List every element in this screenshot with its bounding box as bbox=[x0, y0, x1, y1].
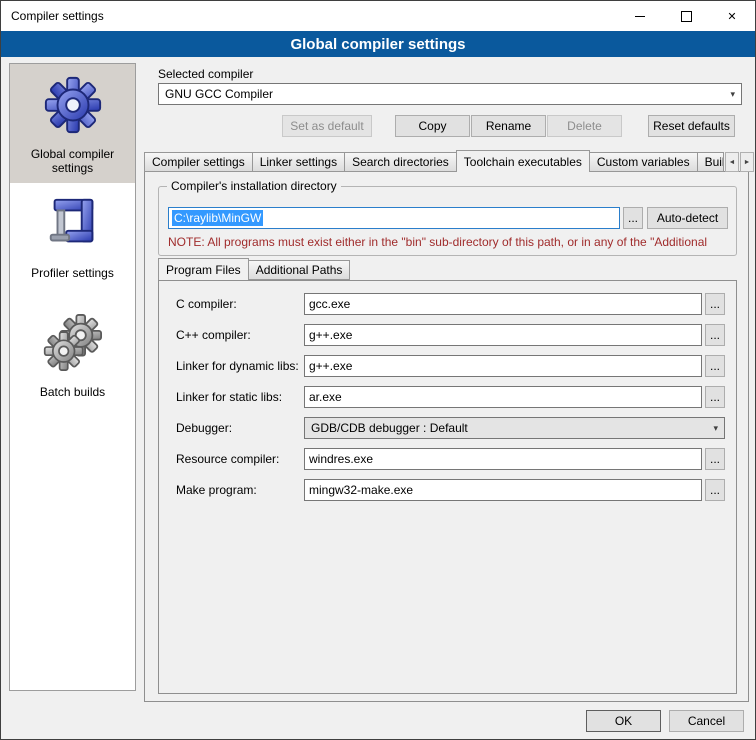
close-icon: ✕ bbox=[727, 10, 736, 23]
window-title: Compiler settings bbox=[1, 9, 104, 23]
resource-compiler-browse-button[interactable]: ... bbox=[705, 448, 725, 470]
make-program-input[interactable] bbox=[304, 479, 702, 501]
static-linker-input[interactable] bbox=[304, 386, 702, 408]
reset-defaults-button[interactable]: Reset defaults bbox=[648, 115, 735, 137]
make-program-label: Make program: bbox=[176, 479, 257, 501]
installation-directory-input[interactable]: C:\raylib\MinGW bbox=[168, 207, 620, 229]
tab-compiler-settings[interactable]: Compiler settings bbox=[144, 152, 253, 172]
minimize-icon bbox=[635, 16, 645, 17]
close-button[interactable]: ✕ bbox=[709, 1, 755, 31]
titlebar: Compiler settings ✕ bbox=[1, 1, 755, 31]
set-as-default-button[interactable]: Set as default bbox=[282, 115, 372, 137]
resource-compiler-input[interactable] bbox=[304, 448, 702, 470]
installation-directory-group: Compiler's installation directory C:\ray… bbox=[158, 186, 737, 256]
c-compiler-input[interactable] bbox=[304, 293, 702, 315]
arrow-left-icon: ◄ bbox=[729, 159, 736, 166]
static-linker-label: Linker for static libs: bbox=[176, 386, 282, 408]
dialog-header-title: Global compiler settings bbox=[290, 36, 465, 53]
resource-compiler-label: Resource compiler: bbox=[176, 448, 279, 470]
cpp-compiler-label: C++ compiler: bbox=[176, 324, 251, 346]
selected-compiler-dropdown[interactable]: GNU GCC Compiler ▾ bbox=[158, 83, 742, 105]
minimize-button[interactable] bbox=[617, 1, 663, 31]
maximize-icon bbox=[681, 11, 692, 22]
gray-gears-icon bbox=[41, 311, 105, 375]
dialog-header: Global compiler settings bbox=[1, 31, 755, 57]
delete-button[interactable]: Delete bbox=[547, 115, 622, 137]
tab-scroll-left-button[interactable]: ◄ bbox=[725, 152, 739, 172]
ok-button[interactable]: OK bbox=[586, 710, 661, 732]
dynamic-linker-label: Linker for dynamic libs: bbox=[176, 355, 299, 377]
sidebar-item-global-compiler-settings[interactable]: Global compiler settings bbox=[10, 64, 135, 183]
tab-toolchain-executables[interactable]: Toolchain executables bbox=[456, 150, 590, 172]
cpp-compiler-browse-button[interactable]: ... bbox=[705, 324, 725, 346]
static-linker-browse-button[interactable]: ... bbox=[705, 386, 725, 408]
copy-button[interactable]: Copy bbox=[395, 115, 470, 137]
dynamic-linker-row: Linker for dynamic libs: ... bbox=[159, 355, 736, 377]
rename-button[interactable]: Rename bbox=[471, 115, 546, 137]
compiler-actions: Set as default Copy Rename Delete Reset … bbox=[158, 115, 742, 137]
installation-directory-selected-text: C:\raylib\MinGW bbox=[172, 210, 263, 226]
toolchain-executables-panel: Compiler's installation directory C:\ray… bbox=[144, 171, 749, 702]
c-compiler-label: C compiler: bbox=[176, 293, 237, 315]
make-program-row: Make program: ... bbox=[159, 479, 736, 501]
settings-tab-bar: Compiler settings Linker settings Search… bbox=[144, 150, 723, 172]
static-linker-row: Linker for static libs: ... bbox=[159, 386, 736, 408]
clamp-icon bbox=[41, 192, 105, 256]
maximize-button[interactable] bbox=[663, 1, 709, 31]
chevron-down-icon: ▾ bbox=[713, 423, 718, 434]
subtab-additional-paths[interactable]: Additional Paths bbox=[248, 260, 351, 280]
debugger-value: GDB/CDB debugger : Default bbox=[311, 421, 713, 435]
debugger-dropdown[interactable]: GDB/CDB debugger : Default ▾ bbox=[304, 417, 725, 439]
compiler-settings-dialog: Compiler settings ✕ Global compiler sett… bbox=[0, 0, 756, 740]
dynamic-linker-input[interactable] bbox=[304, 355, 702, 377]
resource-compiler-row: Resource compiler: ... bbox=[159, 448, 736, 470]
sidebar-item-label: Batch builds bbox=[36, 385, 109, 399]
installation-directory-group-label: Compiler's installation directory bbox=[167, 179, 341, 193]
sidebar-item-batch-builds[interactable]: Batch builds bbox=[10, 302, 135, 421]
tab-linker-settings[interactable]: Linker settings bbox=[252, 152, 345, 172]
debugger-row: Debugger: GDB/CDB debugger : Default ▾ bbox=[159, 417, 736, 439]
tab-build-options[interactable]: Build options bbox=[697, 152, 724, 172]
selected-compiler-label: Selected compiler bbox=[158, 67, 253, 81]
c-compiler-row: C compiler: ... bbox=[159, 293, 736, 315]
cancel-button[interactable]: Cancel bbox=[669, 710, 744, 732]
cpp-compiler-input[interactable] bbox=[304, 324, 702, 346]
tab-scroll-buttons: ◄ ► bbox=[724, 152, 754, 172]
program-files-panel: C compiler: ... C++ compiler: ... Linker… bbox=[158, 280, 737, 694]
bin-subdirectory-note: NOTE: All programs must exist either in … bbox=[168, 235, 733, 249]
chevron-down-icon: ▾ bbox=[730, 89, 735, 100]
tab-custom-variables[interactable]: Custom variables bbox=[589, 152, 698, 172]
sidebar-item-profiler-settings[interactable]: Profiler settings bbox=[10, 183, 135, 302]
auto-detect-button[interactable]: Auto-detect bbox=[647, 207, 728, 229]
debugger-label: Debugger: bbox=[176, 417, 232, 439]
arrow-right-icon: ► bbox=[744, 159, 751, 166]
executables-subtab-bar: Program Files Additional Paths bbox=[158, 259, 349, 280]
installation-directory-browse-button[interactable]: ... bbox=[623, 207, 643, 229]
selected-compiler-value: GNU GCC Compiler bbox=[165, 87, 730, 101]
c-compiler-browse-button[interactable]: ... bbox=[705, 293, 725, 315]
tab-scroll-right-button[interactable]: ► bbox=[740, 152, 754, 172]
sidebar-item-label: Profiler settings bbox=[27, 266, 118, 280]
make-program-browse-button[interactable]: ... bbox=[705, 479, 725, 501]
settings-category-sidebar: Global compiler settings Profiler settin… bbox=[9, 63, 136, 691]
subtab-program-files[interactable]: Program Files bbox=[158, 258, 249, 280]
gear-icon bbox=[41, 73, 105, 137]
sidebar-item-label: Global compiler settings bbox=[10, 147, 135, 175]
tab-search-directories[interactable]: Search directories bbox=[344, 152, 457, 172]
cpp-compiler-row: C++ compiler: ... bbox=[159, 324, 736, 346]
dynamic-linker-browse-button[interactable]: ... bbox=[705, 355, 725, 377]
caption-buttons: ✕ bbox=[617, 1, 755, 31]
